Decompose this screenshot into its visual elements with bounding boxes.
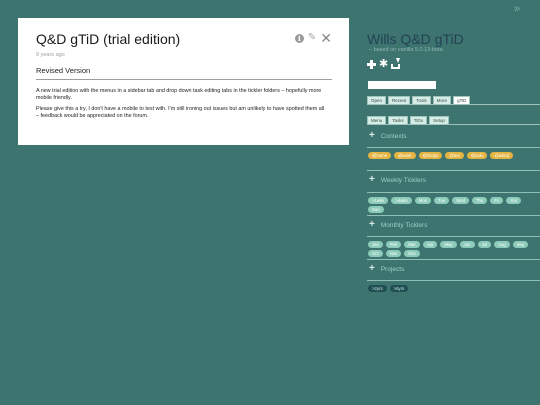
chip-tickler[interactable]: Sun [368, 206, 384, 213]
post-body: A new trial edition with the menus in a … [36, 88, 333, 121]
double-chevron-right-icon[interactable]: » [514, 4, 520, 15]
plus-icon: + [369, 219, 375, 230]
post-age: 9 years ago [36, 52, 65, 58]
sidebar-actions: ✱ [367, 58, 400, 70]
chip-context[interactable]: @home [368, 152, 392, 159]
chip-context[interactable]: @shops [418, 152, 443, 159]
chip-context[interactable]: @todo [466, 152, 488, 159]
chip-project[interactable]: >2yrs [368, 285, 387, 292]
section-label: Weekly Ticklers [380, 176, 426, 184]
tabs-divider [367, 124, 540, 125]
section-divider [367, 147, 540, 148]
chip-tickler[interactable]: Mon [414, 197, 431, 204]
chip-tickler[interactable]: Wed [452, 197, 469, 204]
chip-tickler[interactable]: Jan [368, 241, 383, 248]
chip-tickler[interactable]: Dec [404, 250, 420, 257]
chip-tickler[interactable]: Sep [512, 241, 529, 248]
project-chips: >2yrs >5yrs [368, 285, 538, 292]
section-projects[interactable]: + Projects [369, 263, 405, 274]
section-divider [367, 170, 540, 171]
monthly-chips: Jan Feb Mar Apr May Jun Jul Aug Sep Oct … [368, 241, 538, 257]
gear-icon[interactable]: ✱ [379, 59, 388, 70]
tabs-divider [367, 104, 540, 105]
context-chips: @home @work @shops @tea @todo @wknd [368, 152, 538, 159]
post-paragraph: Please give this a try, I don't have a m… [36, 105, 325, 120]
section-divider [367, 280, 540, 281]
chip-context[interactable]: @wknd [490, 152, 513, 159]
plus-icon: + [369, 174, 375, 185]
section-divider [367, 259, 540, 260]
section-divider [367, 236, 540, 237]
plus-icon[interactable] [367, 60, 376, 69]
post-paragraph: A new trial edition with the menus in a … [36, 88, 322, 102]
chip-tickler[interactable]: Thu [472, 197, 488, 204]
chip-tickler[interactable]: >1wks [368, 197, 389, 204]
chip-context[interactable]: @tea [445, 152, 464, 159]
chip-tickler[interactable]: Oct [368, 250, 383, 257]
chip-tickler[interactable]: Jun [459, 241, 475, 248]
chip-tickler[interactable]: Fri [490, 197, 504, 204]
site-subtitle: – based on vanilla 5.0.13-beta [369, 47, 443, 53]
chip-tickler[interactable]: Jul [477, 241, 491, 248]
post-title: Q&D gTiD (trial edition) [36, 31, 181, 47]
pencil-icon[interactable]: ✎ [308, 33, 316, 43]
chip-project[interactable]: >5yrs [389, 285, 409, 292]
chip-context[interactable]: @work [394, 152, 416, 159]
chip-tickler[interactable]: Nov [385, 250, 402, 257]
chip-tickler[interactable]: Tue [433, 197, 450, 204]
chip-tickler[interactable]: May [440, 241, 457, 248]
post-subtitle: Revised Version [36, 66, 91, 75]
weekly-chips: >1wks >4wks Mon Tue Wed Thu Fri Sat Sun [368, 197, 538, 213]
chip-tickler[interactable]: Aug [494, 241, 510, 248]
section-label: Monthly Ticklers [380, 221, 428, 229]
section-label: Projects [380, 265, 405, 273]
chip-tickler[interactable]: >4wks [391, 197, 412, 204]
chip-tickler[interactable]: Mar [404, 241, 420, 248]
section-contexts[interactable]: + Contexts [369, 130, 407, 141]
section-divider [367, 215, 540, 216]
plus-icon: + [369, 263, 375, 274]
info-icon[interactable]: i [294, 33, 304, 43]
download-icon[interactable] [391, 58, 400, 69]
divider [36, 79, 332, 80]
section-label: Contexts [380, 132, 407, 140]
section-divider [367, 192, 540, 193]
post-toolbar: i ✎ ✕ [294, 31, 332, 45]
site-title[interactable]: Wills Q&D gTiD [367, 31, 464, 47]
chip-tickler[interactable]: Sat [506, 197, 521, 204]
post-card: Q&D gTiD (trial edition) 9 years ago i ✎… [18, 18, 349, 145]
close-icon[interactable]: ✕ [320, 31, 332, 45]
plus-icon: + [369, 130, 375, 141]
section-weekly-ticklers[interactable]: + Weekly Ticklers [369, 174, 426, 185]
chip-tickler[interactable]: Feb [385, 241, 402, 248]
search-input[interactable] [368, 81, 436, 89]
chip-tickler[interactable]: Apr [422, 241, 438, 248]
section-monthly-ticklers[interactable]: + Monthly Ticklers [369, 219, 428, 230]
